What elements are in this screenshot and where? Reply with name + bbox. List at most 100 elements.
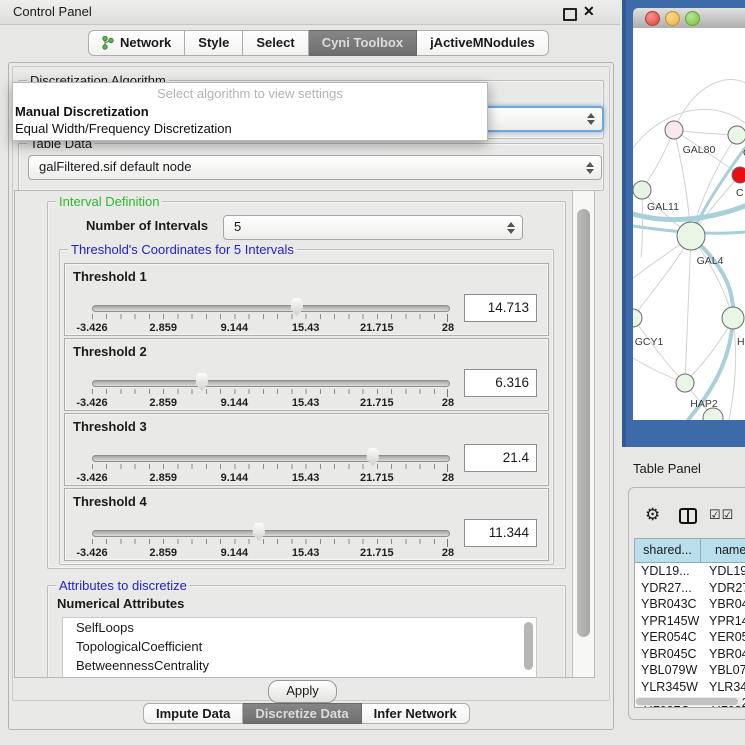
slider-track[interactable]	[92, 380, 450, 387]
node-gcy1[interactable]	[633, 309, 642, 327]
close-traffic-light-icon[interactable]	[645, 11, 660, 26]
scale-tick-label: 2.859	[149, 322, 177, 334]
select-columns-icon[interactable]: ☑☑	[709, 507, 734, 523]
thresholds-group-title: Threshold's Coordinates for 5 Intervals	[68, 242, 297, 257]
node-label: GAL11	[647, 201, 679, 213]
slider-track[interactable]	[92, 530, 450, 537]
close-icon[interactable]: ✕	[583, 3, 595, 20]
network-canvas[interactable]: GAL80 GA GAL11 C GAL4 GCY1 H HAP2	[633, 28, 745, 420]
list-item-selfloops[interactable]: SelfLoops	[63, 618, 536, 637]
float-window-icon[interactable]	[563, 8, 577, 21]
tab-label-impute-data: Impute Data	[156, 705, 230, 722]
node-h[interactable]	[722, 307, 744, 329]
list-scrollbar-thumb[interactable]	[524, 622, 533, 670]
tab-cyni-toolbox[interactable]: Cyni Toolbox	[309, 30, 417, 56]
scale-tick-label: 21.715	[360, 397, 394, 409]
threshold-2-slider: -3.426 2.859 9.144 15.43 21.715 28	[92, 371, 448, 407]
column-header-name[interactable]: name	[701, 539, 745, 562]
tab-style[interactable]: Style	[185, 30, 243, 56]
tab-label-style: Style	[198, 34, 229, 52]
threshold-2-value-field[interactable]: 6.316	[464, 369, 537, 397]
popup-item-manual-discretization[interactable]: Manual Discretization	[13, 103, 487, 120]
gear-icon[interactable]: ⚙	[645, 505, 660, 525]
table-row[interactable]: YBR045C YBR045C	[635, 646, 745, 663]
table-row[interactable]: YDL19... YDL19...	[635, 563, 745, 580]
tab-label-infer-network: Infer Network	[374, 705, 457, 722]
cell-shared-name[interactable]: YBR043C	[635, 596, 706, 613]
tab-jactivemnodules[interactable]: jActiveMNodules	[417, 30, 549, 56]
cell-shared-name[interactable]: YBL079W	[635, 662, 706, 679]
node-gal80[interactable]	[665, 121, 683, 139]
table-row[interactable]: YBR043C YBR043C	[635, 596, 745, 613]
threshold-3-label: Threshold 3	[73, 419, 147, 434]
tab-discretize-data[interactable]: Discretize Data	[243, 703, 361, 724]
table-row[interactable]: YDR27... YDR27...	[635, 580, 745, 597]
node-gal4[interactable]	[677, 222, 705, 250]
network-window-titlebar[interactable]	[633, 8, 745, 29]
threshold-2-panel: Threshold 2 -3.426 2.859 9.144 15.43 21.…	[64, 338, 549, 411]
table-row[interactable]: YER054C YER054C	[635, 629, 745, 646]
cell-shared-name[interactable]: YPR145W	[635, 613, 706, 630]
cell-name[interactable]: YDL19...	[706, 563, 745, 580]
scale-tick-label: 21.715	[360, 547, 394, 559]
minimize-traffic-light-icon[interactable]	[665, 11, 680, 26]
cell-shared-name[interactable]: YBR045C	[635, 646, 706, 663]
network-graph: GAL80 GA GAL11 C GAL4 GCY1 H HAP2	[633, 28, 745, 420]
settings-scrollbar-thumb[interactable]	[577, 209, 590, 637]
cell-name[interactable]: YBL079W	[706, 662, 745, 679]
cell-name[interactable]: YER054C	[706, 629, 745, 646]
spinner-icon	[586, 161, 594, 175]
list-item-betweennesscentrality[interactable]: BetweennessCentrality	[63, 656, 536, 675]
tab-network[interactable]: Network	[88, 30, 185, 56]
apply-button[interactable]: Apply	[268, 680, 337, 703]
settings-scrollpane: Interval Definition Number of Intervals …	[14, 190, 595, 678]
cell-name[interactable]: YLR345W	[706, 679, 745, 696]
cell-shared-name[interactable]: YER054C	[635, 629, 706, 646]
tab-impute-data[interactable]: Impute Data	[143, 703, 243, 724]
column-header-shared-name[interactable]: shared...	[635, 539, 701, 562]
tab-label-select: Select	[256, 34, 294, 52]
panel-title: Control Panel	[13, 4, 92, 19]
table-data-combobox[interactable]: galFiltered.sif default node	[28, 155, 602, 180]
network-node-labels: GAL80 GA GAL11 C GAL4 GCY1 H HAP2	[635, 144, 745, 410]
tab-select[interactable]: Select	[243, 30, 308, 56]
threshold-4-slider: -3.426 2.859 9.144 15.43 21.715 28	[92, 521, 448, 557]
slider-track[interactable]	[92, 455, 450, 462]
number-of-intervals-combobox[interactable]: 5	[223, 215, 523, 240]
threshold-4-value-field[interactable]: 11.344	[464, 519, 537, 547]
node-top-right[interactable]	[728, 126, 745, 144]
node-label: HAP2	[690, 398, 718, 410]
network-nodes[interactable]	[633, 121, 745, 420]
cell-name[interactable]: YPR145W	[706, 613, 745, 630]
settings-scrollbar[interactable]	[572, 191, 595, 677]
threshold-1-value-field[interactable]: 14.713	[464, 294, 537, 322]
node-red-selected[interactable]	[732, 167, 745, 183]
node-gal11[interactable]	[633, 181, 651, 199]
cell-shared-name[interactable]: YDR27...	[635, 580, 706, 597]
cell-name[interactable]: YBR043C	[706, 596, 745, 613]
slider-track[interactable]	[92, 305, 450, 312]
threshold-1-panel: Threshold 1 -3.426 2.859 9.144 15.43 21.…	[64, 263, 549, 336]
split-columns-icon[interactable]	[679, 508, 697, 524]
table-horizontal-scrollbar-thumb[interactable]	[636, 698, 738, 705]
table-horizontal-scrollbar[interactable]	[635, 697, 743, 706]
table-row[interactable]: YPR145W YPR145W	[635, 613, 745, 630]
cell-shared-name[interactable]: YDL19...	[635, 563, 706, 580]
popup-prompt[interactable]: Select algorithm to view settings	[13, 83, 487, 103]
table-row[interactable]: YBL079W YBL079W	[635, 662, 745, 679]
tab-infer-network[interactable]: Infer Network	[362, 703, 470, 724]
slider-major-ticks	[92, 389, 448, 397]
scale-tick-label: 9.144	[221, 397, 249, 409]
table-row[interactable]: YLR345W YLR345W	[635, 679, 745, 696]
node-hap2[interactable]	[676, 374, 694, 392]
threshold-3-value-field[interactable]: 21.4	[464, 444, 537, 472]
tab-label-jactivemnodules: jActiveMNodules	[430, 34, 535, 52]
spinner-icon	[587, 112, 595, 126]
zoom-traffic-light-icon[interactable]	[685, 11, 700, 26]
cell-shared-name[interactable]: YLR345W	[635, 679, 706, 696]
bottom-tab-bar: Impute Data Discretize Data Infer Networ…	[143, 703, 470, 724]
popup-item-equal-width-frequency[interactable]: Equal Width/Frequency Discretization	[13, 120, 487, 137]
list-item-topologicalcoefficient[interactable]: TopologicalCoefficient	[63, 637, 536, 656]
cell-name[interactable]: YBR045C	[706, 646, 745, 663]
cell-name[interactable]: YDR27...	[706, 580, 745, 597]
